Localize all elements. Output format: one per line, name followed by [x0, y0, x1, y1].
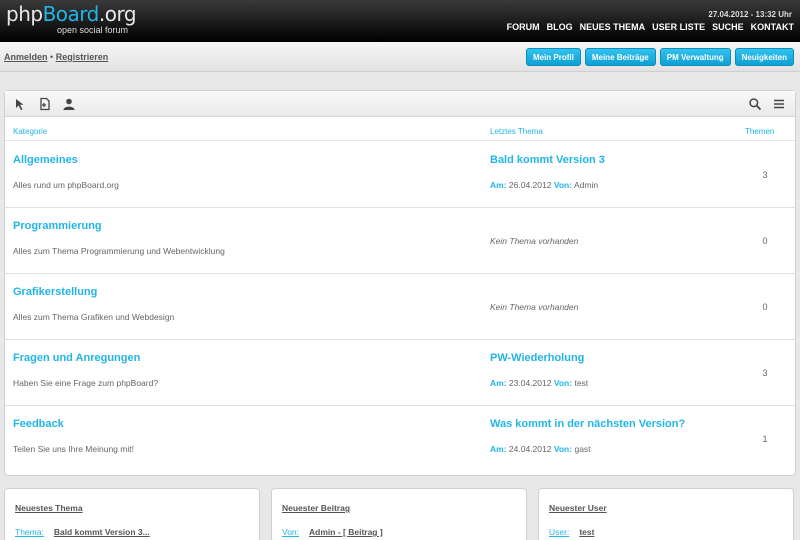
search-icon[interactable] [748, 97, 762, 111]
auth-links: Anmelden • Registrieren [4, 52, 108, 62]
no-topic-text: Kein Thema vorhanden [490, 236, 579, 246]
login-link[interactable]: Anmelden [4, 52, 48, 62]
nav-search[interactable]: SUCHE [712, 22, 744, 32]
user-bar: Anmelden • Registrieren Mein Profil Mein… [0, 42, 800, 72]
nav-contact[interactable]: KONTAKT [751, 22, 794, 32]
table-row: Fragen und Anregungen Haben Sie eine Frag… [5, 340, 795, 406]
register-link[interactable]: Registrieren [56, 52, 109, 62]
forum-panel: Kategorie Letztes Thema Themen Allgemein… [4, 90, 796, 476]
author-label: Von: [553, 378, 573, 388]
date-label: Am: [490, 378, 507, 388]
last-topic-link[interactable]: PW-Wiederholung [490, 352, 584, 364]
category-title-link[interactable]: Fragen und Anregungen [13, 352, 140, 364]
auth-separator: • [50, 52, 54, 62]
table-header: Kategorie Letztes Thema Themen [5, 127, 795, 141]
nav-blog[interactable]: BLOG [547, 22, 573, 32]
last-topic-author[interactable]: gast [574, 444, 590, 454]
last-topic-author[interactable]: Admin [574, 180, 598, 190]
forum-toolbar [5, 91, 795, 117]
topic-count: 3 [762, 368, 768, 378]
cursor-icon[interactable] [14, 97, 28, 111]
site-slogan: open social forum [57, 25, 129, 35]
newest-post-box: Neuester Beitrag Von: Admin - [ Beitrag ] [271, 488, 527, 540]
col-last-topic: Letztes Thema [490, 127, 543, 136]
category-description: Alles zum Thema Programmierung und Weben… [13, 246, 225, 256]
menu-icon[interactable] [772, 97, 786, 111]
top-navigation: FORUM BLOG NEUES THEMA USER LISTE SUCHE … [507, 22, 794, 32]
last-topic-date: 26.04.2012 [508, 180, 552, 190]
category-title-link[interactable]: Allgemeines [13, 154, 78, 166]
newest-user-title: Neuester User [549, 503, 607, 513]
newest-topic-box: Neuestes Thema Thema: Bald kommt Version … [4, 488, 260, 540]
category-title-link[interactable]: Feedback [13, 418, 64, 430]
logo-part-php: php [6, 2, 43, 26]
newest-topic-link[interactable]: Bald kommt Version 3... [54, 527, 150, 537]
topic-count: 0 [762, 236, 768, 246]
author-label: Von: [553, 180, 573, 190]
category-description: Teilen Sie uns Ihre Meinung mit! [13, 444, 134, 454]
nav-forum[interactable]: FORUM [507, 22, 540, 32]
my-profile-button[interactable]: Mein Profil [525, 48, 581, 66]
table-row: Feedback Teilen Sie uns Ihre Meinung mit!… [5, 406, 795, 472]
new-document-icon[interactable] [38, 97, 52, 111]
newest-user-box: Neuester User User: test [538, 488, 794, 540]
table-row: Programmierung Alles zum Thema Programmie… [5, 208, 795, 274]
site-logo[interactable]: phpBoard.org [6, 2, 137, 26]
newest-post-title: Neuester Beitrag [282, 503, 351, 513]
nav-new-topic[interactable]: NEUES THEMA [580, 22, 646, 32]
last-topic-date: 24.04.2012 [508, 444, 552, 454]
category-description: Alles zum Thema Grafiken und Webdesign [13, 312, 175, 322]
date-label: Am: [490, 180, 507, 190]
last-topic-meta: Am: 23.04.2012 Von: test [490, 378, 588, 388]
newest-topic-title: Neuestes Thema [15, 503, 83, 513]
my-posts-button[interactable]: Meine Beiträge [584, 48, 656, 66]
topic-count: 1 [762, 434, 768, 444]
logo-part-board: Board [42, 2, 100, 26]
newest-user-label: User: [549, 527, 570, 537]
topic-count: 0 [762, 302, 768, 312]
current-datetime: 27.04.2012 - 13:32 Uhr [708, 10, 792, 19]
col-category: Kategorie [13, 127, 48, 136]
table-row: Grafikerstellung Alles zum Thema Grafiken… [5, 274, 795, 340]
news-button[interactable]: Neuigkeiten [734, 48, 794, 66]
col-topics: Themen [745, 127, 775, 136]
user-icon[interactable] [62, 97, 76, 111]
user-buttons: Mein Profil Meine Beiträge PM Verwaltung… [525, 48, 794, 66]
newest-topic-label: Thema: [15, 527, 44, 537]
newest-post-link[interactable]: Admin - [ Beitrag ] [309, 527, 383, 537]
last-topic-date: 23.04.2012 [508, 378, 552, 388]
category-title-link[interactable]: Programmierung [13, 220, 102, 232]
category-description: Haben Sie eine Frage zum phpBoard? [13, 378, 159, 388]
last-topic-meta: Am: 24.04.2012 Von: gast [490, 444, 591, 454]
newest-user-link[interactable]: test [579, 527, 594, 537]
table-row: Allgemeines Alles rund um phpBoard.org Bal… [5, 142, 795, 208]
date-label: Am: [490, 444, 507, 454]
last-topic-link[interactable]: Was kommt in der nächsten Version? [490, 418, 685, 430]
topic-count: 3 [762, 170, 768, 180]
category-description: Alles rund um phpBoard.org [13, 180, 119, 190]
last-topic-meta: Am: 26.04.2012 Von: Admin [490, 180, 598, 190]
last-topic-link[interactable]: Bald kommt Version 3 [490, 154, 605, 166]
site-header: phpBoard.org open social forum 27.04.201… [0, 0, 800, 42]
category-list: Allgemeines Alles rund um phpBoard.org Bal… [5, 142, 795, 474]
category-title-link[interactable]: Grafikerstellung [13, 286, 97, 298]
last-topic-author[interactable]: test [574, 378, 588, 388]
nav-user-list[interactable]: USER LISTE [652, 22, 705, 32]
no-topic-text: Kein Thema vorhanden [490, 302, 579, 312]
logo-part-org: .org [98, 2, 137, 26]
pm-management-button[interactable]: PM Verwaltung [659, 48, 731, 66]
author-label: Von: [553, 444, 573, 454]
newest-post-label: Von: [282, 527, 300, 537]
